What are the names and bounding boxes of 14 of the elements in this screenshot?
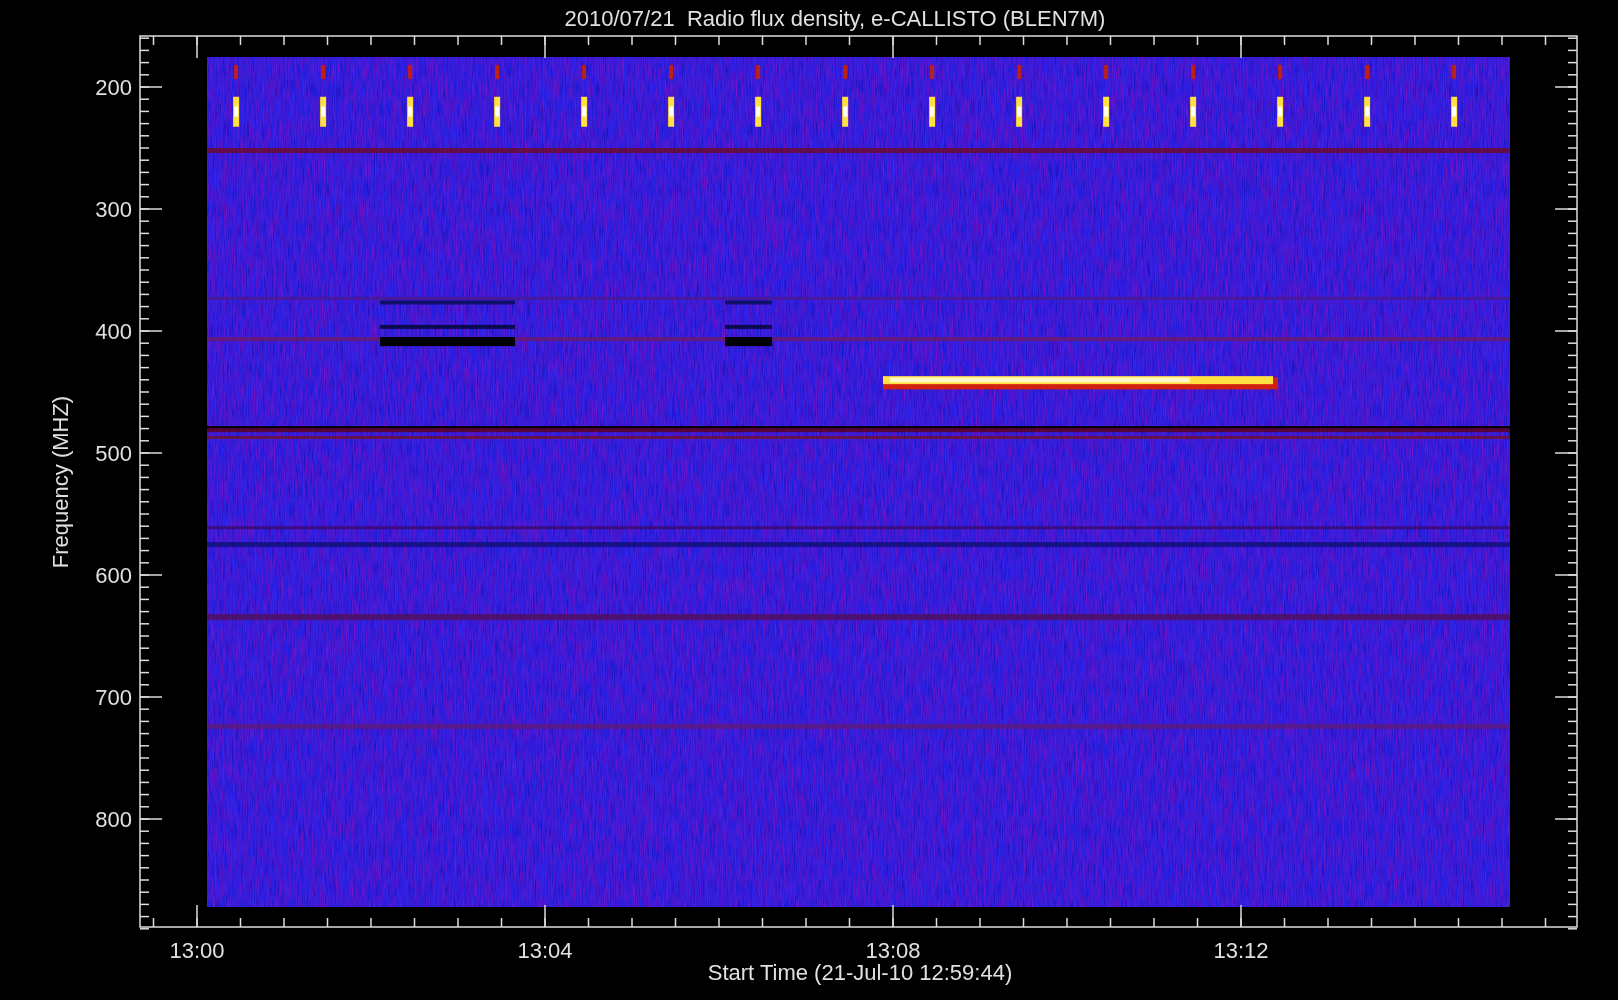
- x-tick-label: 13:04: [517, 938, 573, 963]
- y-tick-label: 700: [95, 685, 132, 710]
- chart-title: 2010/07/21 Radio flux density, e-CALLISTO (BLEN7M): [564, 6, 1106, 31]
- y-tick-label: 300: [95, 197, 132, 222]
- y-tick-label: 400: [95, 319, 132, 344]
- y-tick-label: 500: [95, 441, 132, 466]
- y-tick-label: 800: [95, 807, 132, 832]
- x-tick-label: 13:00: [169, 938, 225, 963]
- x-axis-label: Start Time (21-Jul-10 12:59:44): [707, 960, 1013, 985]
- x-tick-label: 13:12: [1213, 938, 1269, 963]
- y-axis-label: Frequency (MHZ): [48, 395, 73, 569]
- x-tick-label: 13:08: [865, 938, 921, 963]
- y-tick-label: 600: [95, 563, 132, 588]
- y-tick-label: 200: [95, 75, 132, 100]
